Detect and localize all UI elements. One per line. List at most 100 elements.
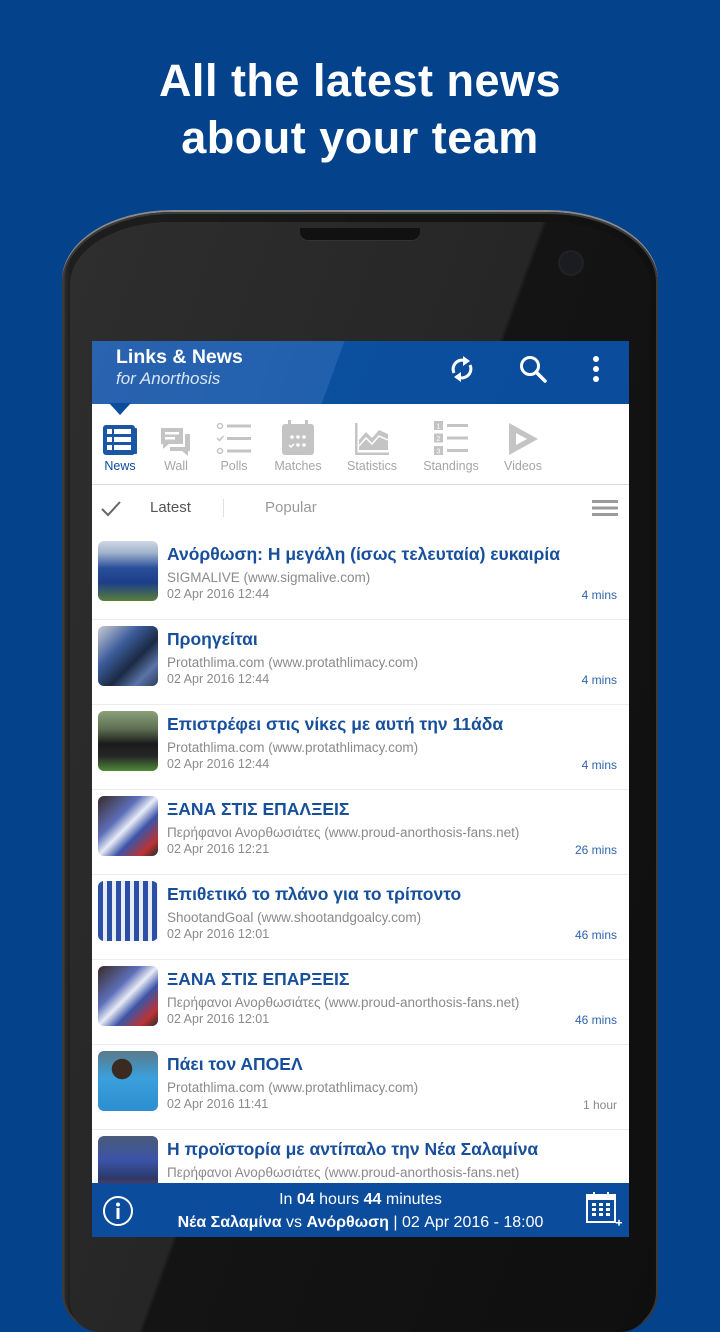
news-item[interactable]: ΞΑΝΑ ΣΤΙΣ ΕΠΑΡΞΕΙΣ Περήφανοι Ανορθωσιάτε… [92, 960, 629, 1045]
news-date: 02 Apr 2016 12:21 [167, 842, 270, 856]
filter-popular[interactable]: Popular [265, 499, 317, 516]
news-headline: Επιστρέφει στις νίκες με αυτή την 11άδα [167, 714, 504, 734]
news-thumbnail [98, 626, 158, 686]
hamburger-menu-icon[interactable] [592, 500, 618, 516]
play-icon [509, 423, 538, 455]
news-date: 02 Apr 2016 12:44 [167, 757, 270, 771]
news-thumbnail [98, 711, 158, 771]
filter-divider [223, 499, 224, 517]
tab-bar: News Wall Polls Matches Statistics 1 2 3… [92, 404, 629, 485]
news-date: 02 Apr 2016 12:44 [167, 587, 270, 601]
countdown-text: In 04 hours 44 minutes [279, 1191, 442, 1208]
news-item[interactable]: Ανόρθωση: Η μεγάλη (ίσως τελευταία) ευκα… [92, 535, 629, 620]
news-date: 02 Apr 2016 12:44 [167, 672, 270, 686]
chat-icon [161, 428, 190, 456]
numbered-list-icon: 1 2 3 [434, 421, 468, 456]
news-thumbnail [98, 1051, 158, 1111]
chart-icon [355, 423, 389, 455]
news-age: 26 mins [574, 843, 617, 857]
news-filter-bar: Latest Popular [92, 485, 629, 535]
news-item[interactable]: Επιθετικό το πλάνο για το τρίποντο Shoot… [92, 875, 629, 960]
news-headline: ΞΑΝΑ ΣΤΙΣ ΕΠΑΛΞΕΙΣ [167, 799, 350, 819]
phone-speaker [300, 228, 420, 240]
tab-statistics[interactable]: Statistics [344, 404, 400, 484]
news-item[interactable]: Επιστρέφει στις νίκες με αυτή την 11άδα … [92, 705, 629, 790]
news-source: Περήφανοι Ανορθωσιάτες (www.proud-anorth… [167, 1165, 520, 1180]
news-thumbnail [98, 881, 158, 941]
news-headline: Πάει τον ΑΠΟΕΛ [167, 1054, 303, 1074]
news-source: Protathlima.com (www.protathlimacy.com) [167, 1080, 419, 1095]
match-info: Νέα Σαλαμίνα vs Ανόρθωση | 02 Apr 2016 -… [177, 1214, 544, 1231]
tab-label: Statistics [346, 459, 397, 473]
news-item[interactable]: ΞΑΝΑ ΣΤΙΣ ΕΠΑΛΞΕΙΣ Περήφανοι Ανορθωσιάτε… [92, 790, 629, 875]
tab-label: News [104, 459, 136, 473]
tab-news[interactable]: News [96, 404, 144, 484]
match-datetime: | 02 Apr 2016 - 18:00 [393, 1214, 544, 1231]
overflow-menu-button[interactable] [574, 347, 618, 391]
home-team: Νέα Σαλαμίνα [177, 1214, 282, 1231]
news-source: Περήφανοι Ανορθωσιάτες (www.proud-anorth… [167, 995, 520, 1010]
search-button[interactable] [511, 347, 555, 391]
news-headline: Επιθετικό το πλάνο για το τρίποντο [167, 884, 462, 904]
news-age: 4 mins [581, 588, 617, 602]
news-list: Ανόρθωση: Η μεγάλη (ίσως τελευταία) ευκα… [92, 535, 629, 1215]
news-headline: Ανόρθωση: Η μεγάλη (ίσως τελευταία) ευκα… [167, 544, 560, 564]
news-headline: ΞΑΝΑ ΣΤΙΣ ΕΠΑΡΞΕΙΣ [167, 969, 350, 989]
news-date: 02 Apr 2016 12:01 [167, 927, 270, 941]
app-screen: Links & News for Anorthosis News Wall Po… [92, 341, 629, 1237]
promo-line-2: about your team [181, 112, 539, 163]
check-icon [101, 501, 121, 517]
news-age: 46 mins [574, 1013, 617, 1027]
app-title: Links & News [116, 346, 243, 368]
tab-label: Standings [423, 459, 479, 473]
news-source: Protathlima.com (www.protathlimacy.com) [167, 740, 419, 755]
countdown-minutes: 44 [363, 1191, 382, 1208]
news-source: Protathlima.com (www.protathlimacy.com) [167, 655, 419, 670]
news-age: 1 hour [582, 1098, 617, 1112]
news-age: 4 mins [581, 758, 617, 772]
calendar-icon [282, 420, 314, 455]
tab-label: Videos [504, 459, 542, 473]
news-item[interactable]: Προηγείται Protathlima.com (www.protathl… [92, 620, 629, 705]
away-team: Ανόρθωση [306, 1214, 389, 1231]
add-to-calendar-icon[interactable] [585, 1191, 623, 1229]
news-thumbnail [98, 796, 158, 856]
tab-label: Matches [274, 459, 322, 473]
news-headline: Η προϊστορία με αντίπαλο την Νέα Σαλαμίν… [167, 1139, 539, 1159]
news-date: 02 Apr 2016 12:01 [167, 1012, 270, 1026]
tab-videos[interactable]: Videos [500, 404, 546, 484]
news-source: Περήφανοι Ανορθωσιάτες (www.proud-anorth… [167, 825, 520, 840]
news-age: 4 mins [581, 673, 617, 687]
more-vertical-icon [593, 356, 599, 382]
search-icon [520, 356, 547, 383]
news-item[interactable]: Πάει τον ΑΠΟΕΛ Protathlima.com (www.prot… [92, 1045, 629, 1130]
refresh-icon [451, 356, 473, 382]
next-match-bar[interactable]: In 04 hours 44 minutes Νέα Σαλαμίνα vs Α… [92, 1183, 629, 1237]
news-thumbnail [98, 541, 158, 601]
tab-matches[interactable]: Matches [268, 404, 328, 484]
svg-text:3: 3 [437, 449, 441, 456]
poll-list-icon [216, 422, 251, 455]
news-thumbnail [98, 966, 158, 1026]
refresh-button[interactable] [440, 347, 484, 391]
tab-wall[interactable]: Wall [154, 404, 198, 484]
tab-label: Wall [164, 459, 188, 473]
promo-headline: All the latest news about your team [0, 52, 720, 166]
tab-polls[interactable]: Polls [210, 404, 258, 484]
news-source: SIGMALIVE (www.sigmalive.com) [167, 570, 371, 585]
news-age: 46 mins [574, 928, 617, 942]
phone-camera [560, 252, 582, 274]
svg-text:2: 2 [437, 436, 441, 443]
promo-line-1: All the latest news [158, 55, 562, 106]
app-subtitle: for Anorthosis [116, 369, 221, 388]
tab-standings[interactable]: 1 2 3 Standings [420, 404, 482, 484]
news-headline: Προηγείται [167, 629, 258, 649]
news-date: 02 Apr 2016 11:41 [167, 1097, 269, 1111]
tab-label: Polls [220, 459, 248, 473]
news-icon [103, 425, 137, 455]
active-tab-indicator [109, 403, 131, 415]
svg-text:1: 1 [437, 424, 441, 431]
filter-latest[interactable]: Latest [150, 499, 191, 516]
news-source: ShootandGoal (www.shootandgoalcy.com) [167, 910, 422, 925]
countdown-hours: 04 [296, 1191, 315, 1208]
